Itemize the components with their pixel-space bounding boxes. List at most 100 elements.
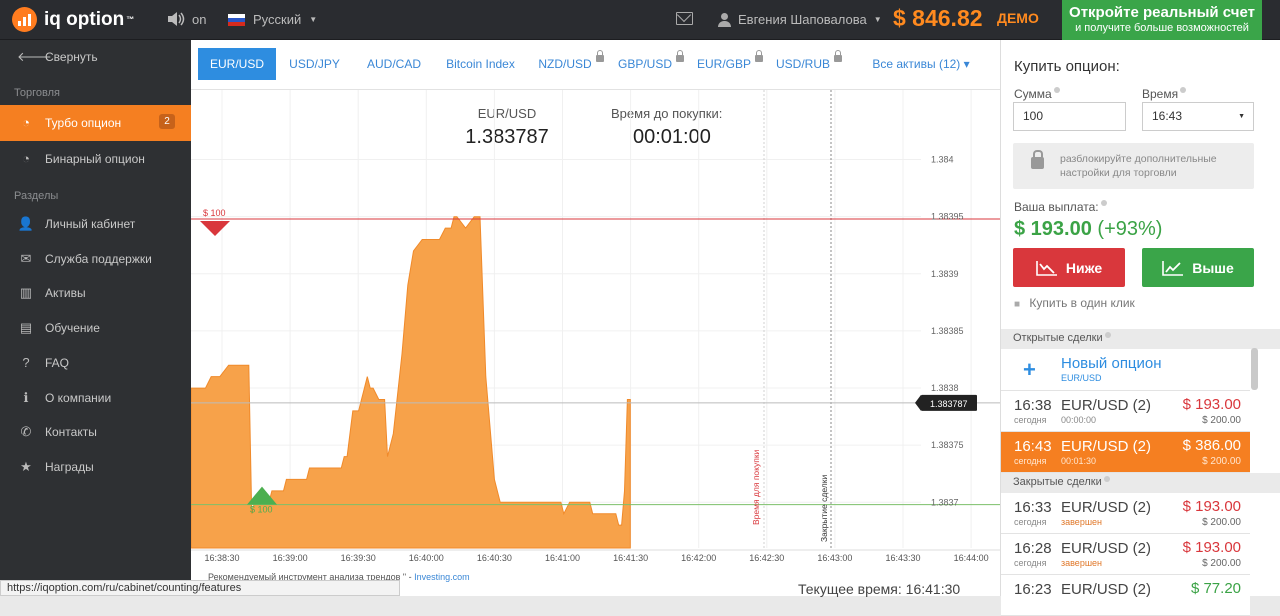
sidebar-item-label: Бинарный опцион xyxy=(45,152,145,166)
call-marker-label: $ 100 xyxy=(250,505,273,515)
y-tick-label: 1.3839 xyxy=(931,269,959,279)
sidebar-item-8[interactable]: ★ Награды xyxy=(0,450,191,484)
help-icon[interactable] xyxy=(1100,200,1107,206)
x-tick-label: 16:41:30 xyxy=(613,553,648,563)
help-icon[interactable] xyxy=(1180,87,1187,93)
tab-asset[interactable]: EUR/USD xyxy=(198,48,276,80)
deal-pair: EUR/USD (2) xyxy=(1061,540,1152,557)
x-tick-label: 16:43:30 xyxy=(885,553,920,563)
chevron-down-icon: ▼ xyxy=(309,15,318,24)
open-real-account-button[interactable]: Откройте реальный счет и получите больше… xyxy=(1062,0,1262,40)
sidebar-item-7[interactable]: ✆ Контакты xyxy=(0,415,191,449)
asset-tabs: EUR/USD USD/JPY AUD/CAD Bitcoin Index NZD/US… xyxy=(191,40,1000,90)
clock-icon: ◔ xyxy=(22,151,30,166)
unlock-line-1: разблокируйте дополнительные xyxy=(1060,153,1217,165)
sidebar-item-6[interactable]: ℹ О компании xyxy=(0,381,191,415)
logo-text: iq option xyxy=(44,8,125,30)
one-click-buy[interactable]: ■ Купить в один клик xyxy=(1014,296,1135,310)
deal-time: 16:38 xyxy=(1014,397,1052,414)
new-option-label: Новый опцион xyxy=(1061,355,1162,372)
y-tick-label: 1.38395 xyxy=(931,212,964,222)
current-price-label: 1.383787 xyxy=(930,399,968,409)
sound-toggle[interactable]: on xyxy=(166,11,206,27)
x-tick-label: 16:43:00 xyxy=(817,553,852,563)
tab-label: EUR/USD xyxy=(209,57,264,71)
current-price-tag-arrow xyxy=(915,394,921,411)
chart-down-icon xyxy=(1036,260,1057,276)
sidebar-item-5[interactable]: ? FAQ xyxy=(0,346,191,380)
deal-row[interactable]: 16:38 сегодня EUR/USD (2) 00:00:00 $ 193.00 $… xyxy=(1001,391,1250,432)
tab-asset[interactable]: USD/RUB xyxy=(772,48,846,80)
mail-icon: ✉ xyxy=(20,250,32,266)
sidebar-item-1[interactable]: 👤 Личный кабинет xyxy=(0,207,191,241)
time-select[interactable]: 16:43 ▼ xyxy=(1142,102,1254,131)
help-icon[interactable] xyxy=(1053,87,1060,93)
deal-invest: $ 200.00 xyxy=(1202,558,1241,569)
chevron-down-icon: ▾ xyxy=(960,57,970,71)
tab-asset[interactable]: Bitcoin Index xyxy=(436,48,525,80)
deal-sub: 00:00:00 xyxy=(1061,415,1097,425)
help-icon[interactable] xyxy=(1103,476,1110,482)
star-icon: ★ xyxy=(20,458,32,474)
user-icon xyxy=(718,12,731,27)
user-name: Евгения Шаповалова xyxy=(738,12,867,27)
put-button[interactable]: Ниже xyxy=(1013,248,1125,287)
language-selector[interactable]: Русский ▼ xyxy=(228,12,317,27)
deal-amount: $ 193.00 xyxy=(1182,539,1241,556)
tab-asset[interactable]: EUR/GBP xyxy=(693,48,767,80)
amount-input[interactable]: 100 xyxy=(1013,102,1126,131)
deal-sub: завершен xyxy=(1061,558,1103,568)
chart-plot: $ 100 $ 100 1.384 1.38395 1.3839 1.38385 1.383… xyxy=(191,90,1000,563)
y-tick-label: 1.38385 xyxy=(931,326,964,336)
sidebar-item-label: О компании xyxy=(45,390,112,405)
tab-asset[interactable]: Все активы (12) ▾ xyxy=(866,48,976,80)
new-option-row[interactable]: + Новый опцион EUR/USD xyxy=(1001,349,1250,391)
tab-asset[interactable]: GBP/USD xyxy=(614,48,688,80)
logo[interactable]: iq option ™ xyxy=(12,7,134,32)
y-tick-label: 1.3838 xyxy=(931,383,959,393)
x-tick-label: 16:42:30 xyxy=(749,553,784,563)
deal-pair: EUR/USD (2) xyxy=(1061,499,1152,516)
panel-title: Купить опцион: xyxy=(1014,58,1120,75)
investing-link[interactable]: Investing.com xyxy=(414,572,470,582)
tab-asset[interactable]: AUD/CAD xyxy=(357,48,431,80)
sidebar-item-label: Контакты xyxy=(45,425,97,440)
deal-row[interactable]: 16:28 сегодня EUR/USD (2) завершен $ 193.00 $… xyxy=(1001,534,1250,575)
tab-label: Все активы (12) xyxy=(872,57,961,71)
unlock-line-2: настройки для торговли xyxy=(1060,167,1177,179)
language-label: Русский xyxy=(253,12,302,27)
closed-deals-header: Закрытые сделки xyxy=(1001,473,1280,493)
deals-scrollbar[interactable] xyxy=(1251,348,1258,390)
tab-asset[interactable]: NZD/USD xyxy=(534,48,608,80)
book-icon: ▤ xyxy=(19,320,33,336)
tab-label: AUD/CAD xyxy=(366,57,421,71)
deal-time: 16:23 xyxy=(1014,581,1052,598)
unlock-settings[interactable]: разблокируйте дополнительные настройки д… xyxy=(1013,143,1254,189)
sidebar-item-binary[interactable]: ◔ Бинарный опцион xyxy=(0,142,191,176)
call-button[interactable]: Выше xyxy=(1142,248,1254,287)
tab-asset[interactable]: USD/JPY xyxy=(280,48,349,80)
deal-pair: EUR/USD (2) xyxy=(1061,581,1152,598)
sidebar-item-turbo[interactable]: ◔ Турбо опцион 2 xyxy=(0,105,191,141)
plus-icon: + xyxy=(1023,357,1036,382)
help-icon[interactable] xyxy=(1104,332,1111,338)
user-menu[interactable]: Евгения Шаповалова ▼ xyxy=(718,12,882,27)
put-marker-icon xyxy=(200,220,230,236)
deal-row[interactable]: 16:43 сегодня EUR/USD (2) 00:01:30 $ 386.00 $… xyxy=(1001,432,1250,473)
sidebar-item-4[interactable]: ▤ Обучение xyxy=(0,311,191,345)
lock-icon xyxy=(595,50,604,62)
account-type-badge[interactable]: ДЕМО xyxy=(997,10,1039,26)
sidebar-item-3[interactable]: ▥ Активы xyxy=(0,276,191,310)
tab-label: USD/RUB xyxy=(775,57,830,71)
payout-value: $ 193.00 xyxy=(1014,218,1092,240)
call-label: Выше xyxy=(1192,259,1234,276)
time-label: Время xyxy=(1142,87,1187,101)
deal-row[interactable]: 16:33 сегодня EUR/USD (2) завершен $ 193.00 $… xyxy=(1001,493,1250,534)
deal-amount: $ 193.00 xyxy=(1182,396,1241,413)
deal-amount: $ 193.00 xyxy=(1182,498,1241,515)
mail-icon[interactable] xyxy=(676,12,693,25)
sidebar-collapse[interactable]: 🡐 Свернуть xyxy=(0,40,191,74)
price-chart[interactable]: EUR/USD 1.383787 Время до покупки: 00:01… xyxy=(191,90,1000,597)
sidebar-item-2[interactable]: ✉ Служба поддержки xyxy=(0,242,191,276)
trade-panel: Купить опцион: Сумма 100 Время 16:43 ▼ ра… xyxy=(1000,40,1280,616)
